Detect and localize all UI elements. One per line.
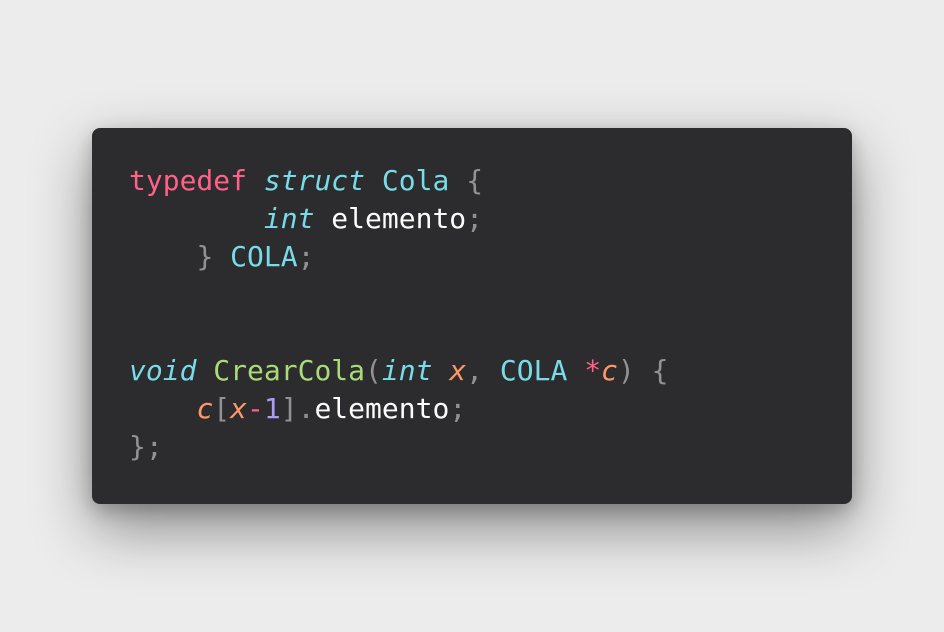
pointer-star: * bbox=[584, 354, 602, 387]
dot-operator: . bbox=[297, 392, 315, 425]
comma: , bbox=[466, 354, 484, 387]
code-line-6: void CrearCola(int x, COLA *c) { bbox=[129, 352, 668, 390]
param-type-int: int bbox=[381, 354, 433, 387]
minus-operator: - bbox=[247, 392, 264, 425]
field-name: elemento bbox=[314, 392, 450, 425]
code-line-3: } COLA; bbox=[129, 238, 668, 276]
semicolon: ; bbox=[297, 240, 315, 273]
param-c: c bbox=[601, 354, 618, 387]
close-brace: } bbox=[196, 240, 214, 273]
param-type-cola: COLA bbox=[499, 354, 568, 387]
code-line-8: }; bbox=[129, 428, 668, 466]
code-block: typedef struct Cola { int elemento; } CO… bbox=[129, 162, 668, 466]
open-paren: ( bbox=[365, 354, 382, 387]
semicolon: ; bbox=[449, 392, 467, 425]
semicolon: ; bbox=[466, 202, 484, 235]
code-line-7: c[x-1].elemento; bbox=[129, 390, 668, 428]
function-name: CrearCola bbox=[213, 354, 366, 387]
struct-name: Cola bbox=[381, 164, 450, 197]
code-line-2: int elemento; bbox=[129, 200, 668, 238]
code-snippet-window: typedef struct Cola { int elemento; } CO… bbox=[92, 128, 852, 504]
number-literal: 1 bbox=[263, 392, 281, 425]
type-void: void bbox=[129, 354, 197, 387]
code-line-4-empty bbox=[129, 276, 668, 314]
open-brace: { bbox=[466, 164, 484, 197]
code-line-5-empty bbox=[129, 314, 668, 352]
var-c: c bbox=[196, 392, 214, 425]
close-paren: ) bbox=[617, 354, 635, 387]
type-int: int bbox=[263, 202, 315, 235]
code-line-1: typedef struct Cola { bbox=[129, 162, 668, 200]
keyword-typedef: typedef bbox=[129, 164, 248, 197]
field-name: elemento bbox=[331, 202, 467, 235]
var-x: x bbox=[230, 392, 248, 425]
close-brace-semicolon: }; bbox=[129, 430, 163, 463]
keyword-struct: struct bbox=[263, 164, 366, 197]
close-bracket: ] bbox=[280, 392, 298, 425]
param-x: x bbox=[449, 354, 467, 387]
type-alias: COLA bbox=[230, 240, 298, 273]
open-bracket: [ bbox=[213, 392, 231, 425]
open-brace: { bbox=[651, 354, 669, 387]
